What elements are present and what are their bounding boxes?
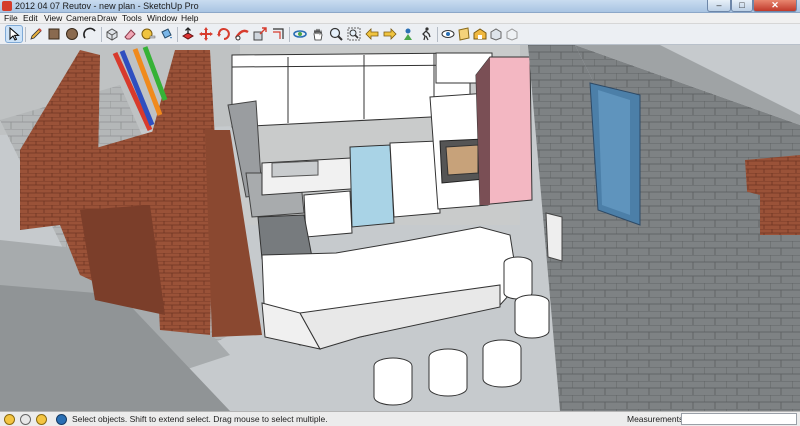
radiator — [545, 212, 563, 262]
right-pillar — [680, 175, 760, 411]
menu-camera[interactable]: Camera — [66, 13, 96, 24]
get-models-icon[interactable] — [504, 26, 520, 42]
pan-icon[interactable] — [310, 26, 326, 42]
next-view-icon[interactable] — [382, 26, 398, 42]
kitchen-3d-scene[interactable] — [0, 45, 800, 411]
base-cabinet-1[interactable] — [303, 190, 353, 238]
position-camera-icon[interactable] — [400, 26, 416, 42]
orbit-icon[interactable] — [292, 26, 308, 42]
follow-me-icon[interactable] — [234, 26, 250, 42]
rotate-icon[interactable] — [216, 26, 232, 42]
tape-measure-icon[interactable] — [140, 26, 156, 42]
arc-icon[interactable] — [82, 26, 98, 42]
menu-draw[interactable]: Draw — [97, 13, 117, 24]
dishwasher[interactable] — [349, 144, 395, 228]
status-message: Select objects. Shift to extend select. … — [72, 414, 328, 424]
select-arrow-icon[interactable] — [5, 25, 23, 43]
move-icon[interactable] — [198, 26, 214, 42]
model-viewport[interactable] — [0, 45, 800, 411]
title-bar: 2012 04 07 Reutov - new plan - SketchUp … — [0, 0, 800, 13]
menu-window[interactable]: Window — [147, 13, 177, 24]
look-around-icon[interactable] — [440, 26, 456, 42]
user-icon[interactable] — [36, 414, 47, 425]
menu-help[interactable]: Help — [181, 13, 198, 24]
scale-icon[interactable] — [252, 26, 268, 42]
status-bar: Select objects. Shift to extend select. … — [0, 411, 800, 426]
base-cabinet-2[interactable] — [389, 140, 441, 218]
warehouse-icon[interactable] — [472, 26, 488, 42]
rectangle-icon[interactable] — [46, 26, 62, 42]
menu-file[interactable]: File — [4, 13, 18, 24]
zoom-extents-icon[interactable] — [346, 26, 362, 42]
previous-view-icon[interactable] — [364, 26, 380, 42]
menu-bar: File Edit View Camera Draw Tools Window … — [0, 13, 800, 24]
sketchup-app-icon[interactable] — [2, 1, 12, 11]
minimize-button[interactable]: – — [707, 0, 731, 12]
push-pull-icon[interactable] — [180, 26, 196, 42]
measurements-input[interactable] — [681, 413, 797, 425]
window-title: 2012 04 07 Reutov - new plan - SketchUp … — [15, 1, 199, 11]
paint-bucket-icon[interactable] — [158, 26, 174, 42]
share-model-icon[interactable] — [488, 26, 504, 42]
circle-icon[interactable] — [64, 26, 80, 42]
offset-icon[interactable] — [270, 26, 286, 42]
window-pane — [598, 90, 630, 215]
measurements-label: Measurements — [627, 414, 684, 424]
zoom-icon[interactable] — [328, 26, 344, 42]
main-toolbar — [0, 24, 800, 45]
pencil-icon[interactable] — [28, 26, 44, 42]
eraser-icon[interactable] — [122, 26, 138, 42]
help-icon[interactable] — [56, 414, 67, 425]
oven-window — [445, 144, 479, 176]
walk-icon[interactable] — [418, 26, 434, 42]
sink[interactable] — [271, 160, 319, 178]
menu-edit[interactable]: Edit — [23, 13, 38, 24]
menu-tools[interactable]: Tools — [122, 13, 142, 24]
close-button[interactable]: ✕ — [753, 0, 797, 12]
make-component-icon[interactable] — [104, 26, 120, 42]
credits-icon[interactable] — [20, 414, 31, 425]
stove[interactable] — [257, 214, 313, 260]
maximize-button[interactable]: □ — [731, 0, 753, 12]
geo-location-icon[interactable] — [4, 414, 15, 425]
section-plane-icon[interactable] — [456, 26, 472, 42]
menu-view[interactable]: View — [44, 13, 62, 24]
